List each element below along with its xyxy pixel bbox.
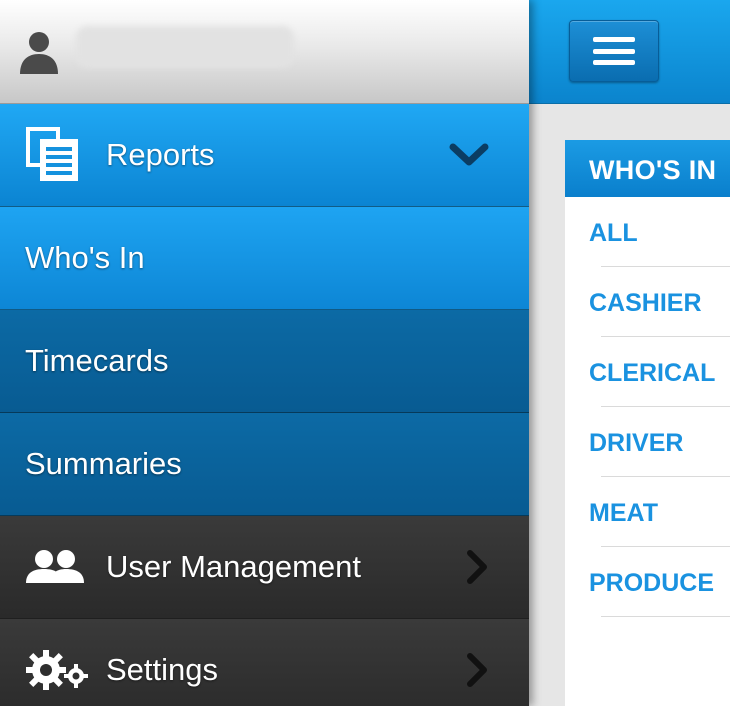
sidebar-item-label: Timecards bbox=[25, 343, 169, 378]
category-item-driver[interactable]: DRIVER bbox=[565, 407, 730, 477]
category-list: ALL CASHIER CLERICAL DRIVER MEAT PRODUCE bbox=[565, 197, 730, 617]
sidebar-item-label: Summaries bbox=[25, 446, 182, 481]
category-item-clerical[interactable]: CLERICAL bbox=[565, 337, 730, 407]
sidebar-item-reports[interactable]: Reports bbox=[0, 104, 529, 207]
user-name-redacted bbox=[76, 26, 294, 68]
content-header bbox=[529, 0, 730, 104]
gears-icon bbox=[26, 650, 88, 690]
user-icon bbox=[20, 32, 58, 74]
category-item-meat[interactable]: MEAT bbox=[565, 477, 730, 547]
users-icon bbox=[26, 550, 84, 583]
sidebar-item-label: Who's In bbox=[25, 240, 145, 275]
chevron-down-icon bbox=[449, 143, 489, 166]
sidebar-item-label: Reports bbox=[106, 137, 215, 172]
sidebar-item-label: User Management bbox=[106, 549, 362, 584]
category-item-all[interactable]: ALL bbox=[565, 197, 730, 267]
chevron-right-icon bbox=[467, 653, 487, 687]
sidebar-item-timecards[interactable]: Timecards bbox=[0, 310, 529, 413]
sidebar-item-whos-in[interactable]: Who's In bbox=[0, 207, 529, 310]
menu-button[interactable] bbox=[569, 20, 659, 82]
sidebar-item-settings[interactable]: Settings bbox=[0, 619, 529, 706]
chevron-right-icon bbox=[467, 550, 487, 584]
whos-in-card: WHO'S IN ALL CASHIER CLERICAL DRIVER MEA… bbox=[565, 140, 730, 706]
card-title: WHO'S IN bbox=[565, 140, 730, 197]
report-document-icon bbox=[26, 127, 78, 181]
sidebar-item-summaries[interactable]: Summaries bbox=[0, 413, 529, 516]
main-content: WHO'S IN ALL CASHIER CLERICAL DRIVER MEA… bbox=[529, 0, 730, 706]
sidebar-item-user-management[interactable]: User Management bbox=[0, 516, 529, 619]
category-item-produce[interactable]: PRODUCE bbox=[565, 547, 730, 617]
user-header[interactable] bbox=[0, 0, 529, 104]
sidebar-item-label: Settings bbox=[106, 652, 219, 687]
hamburger-icon bbox=[593, 37, 635, 65]
navigation-drawer: Reports Who's In Timecards Summaries Use… bbox=[0, 0, 529, 706]
category-item-cashier[interactable]: CASHIER bbox=[565, 267, 730, 337]
